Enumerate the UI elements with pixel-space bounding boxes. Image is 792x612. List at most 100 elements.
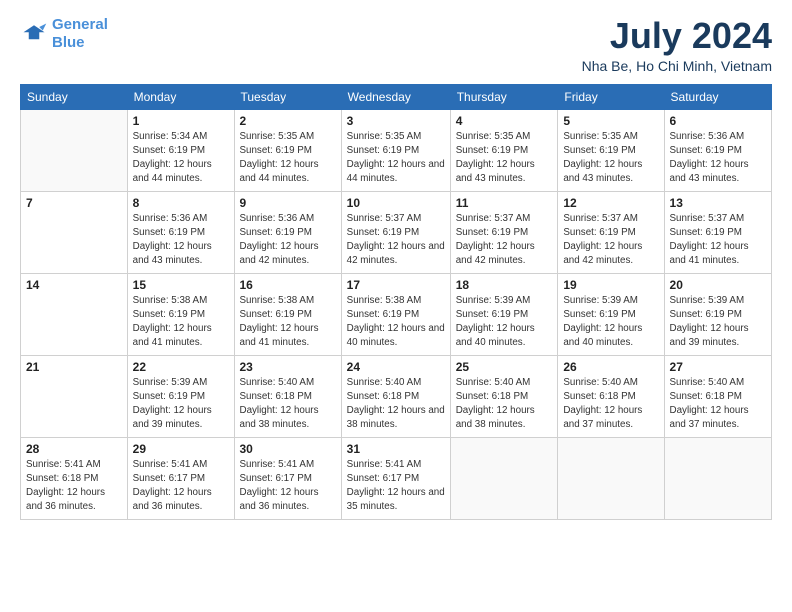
day-info: Sunrise: 5:35 AM Sunset: 6:19 PM Dayligh… xyxy=(456,130,553,187)
day-info: Sunrise: 5:38 AM Sunset: 6:19 PM Dayligh… xyxy=(240,294,336,351)
calendar-cell: 14 xyxy=(21,273,128,355)
day-number: 27 xyxy=(670,360,766,374)
day-info: Sunrise: 5:37 AM Sunset: 6:19 PM Dayligh… xyxy=(456,212,553,269)
day-number: 12 xyxy=(563,196,658,210)
calendar-cell: 3Sunrise: 5:35 AM Sunset: 6:19 PM Daylig… xyxy=(341,109,450,191)
day-number: 23 xyxy=(240,360,336,374)
calendar-cell xyxy=(21,109,128,191)
calendar-week-row: 21 22 Sunrise: 5:39 AM Sunset: 6:19 PM Day… xyxy=(21,355,772,437)
logo-text: General Blue xyxy=(52,16,108,52)
calendar-cell: 9Sunrise: 5:36 AM Sunset: 6:19 PM Daylig… xyxy=(234,191,341,273)
day-info: Sunrise: 5:41 AM Sunset: 6:18 PM Dayligh… xyxy=(26,458,122,515)
day-number: 14 xyxy=(26,278,122,292)
day-number: 4 xyxy=(456,114,553,128)
calendar-day-header: Saturday xyxy=(664,84,771,109)
day-info: Sunrise: 5:39 AM Sunset: 6:19 PM Dayligh… xyxy=(456,294,553,351)
day-number: 7 xyxy=(26,196,122,210)
calendar-cell: 13 Sunrise: 5:37 AM Sunset: 6:19 PM Dayli… xyxy=(664,191,771,273)
day-info: Sunrise: 5:35 AM Sunset: 6:19 PM Dayligh… xyxy=(563,130,658,187)
calendar-cell xyxy=(558,437,664,519)
calendar-cell: 30Sunrise: 5:41 AM Sunset: 6:17 PM Dayli… xyxy=(234,437,341,519)
calendar-cell: 12 Sunrise: 5:37 AM Sunset: 6:19 PM Dayli… xyxy=(558,191,664,273)
day-number: 21 xyxy=(26,360,122,374)
day-info: Sunrise: 5:37 AM Sunset: 6:19 PM Dayligh… xyxy=(670,212,766,269)
day-info: Sunrise: 5:41 AM Sunset: 6:17 PM Dayligh… xyxy=(347,458,445,515)
day-number: 1 xyxy=(133,114,229,128)
calendar-cell: 23Sunrise: 5:40 AM Sunset: 6:18 PM Dayli… xyxy=(234,355,341,437)
calendar-day-header: Thursday xyxy=(450,84,558,109)
calendar-cell: 28 Sunrise: 5:41 AM Sunset: 6:18 PM Dayli… xyxy=(21,437,128,519)
day-info: Sunrise: 5:40 AM Sunset: 6:18 PM Dayligh… xyxy=(563,376,658,433)
calendar-cell: 10 Sunrise: 5:37 AM Sunset: 6:19 PM Dayli… xyxy=(341,191,450,273)
day-info: Sunrise: 5:35 AM Sunset: 6:19 PM Dayligh… xyxy=(240,130,336,187)
day-info: Sunrise: 5:34 AM Sunset: 6:19 PM Dayligh… xyxy=(133,130,229,187)
day-number: 19 xyxy=(563,278,658,292)
calendar-cell: 16Sunrise: 5:38 AM Sunset: 6:19 PM Dayli… xyxy=(234,273,341,355)
day-info: Sunrise: 5:37 AM Sunset: 6:19 PM Dayligh… xyxy=(347,212,445,269)
day-info: Sunrise: 5:40 AM Sunset: 6:18 PM Dayligh… xyxy=(670,376,766,433)
calendar-cell: 20Sunrise: 5:39 AM Sunset: 6:19 PM Dayli… xyxy=(664,273,771,355)
month-year-title: July 2024 xyxy=(582,16,772,56)
day-number: 15 xyxy=(133,278,229,292)
day-number: 5 xyxy=(563,114,658,128)
day-number: 28 xyxy=(26,442,122,456)
calendar-day-header: Sunday xyxy=(21,84,128,109)
calendar-cell: 29Sunrise: 5:41 AM Sunset: 6:17 PM Dayli… xyxy=(127,437,234,519)
day-info: Sunrise: 5:39 AM Sunset: 6:19 PM Dayligh… xyxy=(670,294,766,351)
calendar-cell: 11Sunrise: 5:37 AM Sunset: 6:19 PM Dayli… xyxy=(450,191,558,273)
calendar-week-row: 78 Sunrise: 5:36 AM Sunset: 6:19 PM Dayli… xyxy=(21,191,772,273)
calendar-cell: 1 Sunrise: 5:34 AM Sunset: 6:19 PM Daylig… xyxy=(127,109,234,191)
calendar-cell xyxy=(450,437,558,519)
calendar-cell: 25 Sunrise: 5:40 AM Sunset: 6:18 PM Dayli… xyxy=(450,355,558,437)
calendar-header-row: SundayMondayTuesdayWednesdayThursdayFrid… xyxy=(21,84,772,109)
day-info: Sunrise: 5:39 AM Sunset: 6:19 PM Dayligh… xyxy=(133,376,229,433)
day-number: 22 xyxy=(133,360,229,374)
day-number: 10 xyxy=(347,196,445,210)
calendar-week-row: 1 Sunrise: 5:34 AM Sunset: 6:19 PM Daylig… xyxy=(21,109,772,191)
day-number: 13 xyxy=(670,196,766,210)
day-info: Sunrise: 5:39 AM Sunset: 6:19 PM Dayligh… xyxy=(563,294,658,351)
calendar-day-header: Tuesday xyxy=(234,84,341,109)
day-number: 25 xyxy=(456,360,553,374)
title-block: July 2024 Nha Be, Ho Chi Minh, Vietnam xyxy=(582,16,772,74)
calendar-cell: 8 Sunrise: 5:36 AM Sunset: 6:19 PM Daylig… xyxy=(127,191,234,273)
calendar-cell: 6Sunrise: 5:36 AM Sunset: 6:19 PM Daylig… xyxy=(664,109,771,191)
day-info: Sunrise: 5:38 AM Sunset: 6:19 PM Dayligh… xyxy=(133,294,229,351)
logo-bird-icon xyxy=(20,20,48,48)
calendar-cell xyxy=(664,437,771,519)
location-subtitle: Nha Be, Ho Chi Minh, Vietnam xyxy=(582,58,772,74)
day-number: 8 xyxy=(133,196,229,210)
calendar-day-header: Monday xyxy=(127,84,234,109)
day-info: Sunrise: 5:40 AM Sunset: 6:18 PM Dayligh… xyxy=(347,376,445,433)
calendar-cell: 21 xyxy=(21,355,128,437)
day-info: Sunrise: 5:40 AM Sunset: 6:18 PM Dayligh… xyxy=(456,376,553,433)
calendar-cell: 2 Sunrise: 5:35 AM Sunset: 6:19 PM Daylig… xyxy=(234,109,341,191)
day-info: Sunrise: 5:36 AM Sunset: 6:19 PM Dayligh… xyxy=(240,212,336,269)
calendar-cell: 22 Sunrise: 5:39 AM Sunset: 6:19 PM Dayli… xyxy=(127,355,234,437)
calendar-cell: 24 Sunrise: 5:40 AM Sunset: 6:18 PM Dayli… xyxy=(341,355,450,437)
page-header: General Blue July 2024 Nha Be, Ho Chi Mi… xyxy=(20,16,772,74)
day-number: 17 xyxy=(347,278,445,292)
calendar-cell: 15 Sunrise: 5:38 AM Sunset: 6:19 PM Dayli… xyxy=(127,273,234,355)
day-number: 18 xyxy=(456,278,553,292)
day-number: 29 xyxy=(133,442,229,456)
calendar-cell: 4 Sunrise: 5:35 AM Sunset: 6:19 PM Daylig… xyxy=(450,109,558,191)
logo: General Blue xyxy=(20,16,108,52)
calendar-cell: 5 Sunrise: 5:35 AM Sunset: 6:19 PM Daylig… xyxy=(558,109,664,191)
calendar-cell: 18 Sunrise: 5:39 AM Sunset: 6:19 PM Dayli… xyxy=(450,273,558,355)
day-number: 2 xyxy=(240,114,336,128)
calendar-day-header: Friday xyxy=(558,84,664,109)
day-info: Sunrise: 5:37 AM Sunset: 6:19 PM Dayligh… xyxy=(563,212,658,269)
calendar-cell: 7 xyxy=(21,191,128,273)
day-number: 31 xyxy=(347,442,445,456)
day-number: 24 xyxy=(347,360,445,374)
day-info: Sunrise: 5:41 AM Sunset: 6:17 PM Dayligh… xyxy=(240,458,336,515)
calendar-week-row: 28 Sunrise: 5:41 AM Sunset: 6:18 PM Dayli… xyxy=(21,437,772,519)
calendar-cell: 17Sunrise: 5:38 AM Sunset: 6:19 PM Dayli… xyxy=(341,273,450,355)
calendar-table: SundayMondayTuesdayWednesdayThursdayFrid… xyxy=(20,84,772,520)
day-info: Sunrise: 5:36 AM Sunset: 6:19 PM Dayligh… xyxy=(133,212,229,269)
day-number: 3 xyxy=(347,114,445,128)
calendar-day-header: Wednesday xyxy=(341,84,450,109)
calendar-body: 1 Sunrise: 5:34 AM Sunset: 6:19 PM Daylig… xyxy=(21,109,772,519)
day-number: 6 xyxy=(670,114,766,128)
